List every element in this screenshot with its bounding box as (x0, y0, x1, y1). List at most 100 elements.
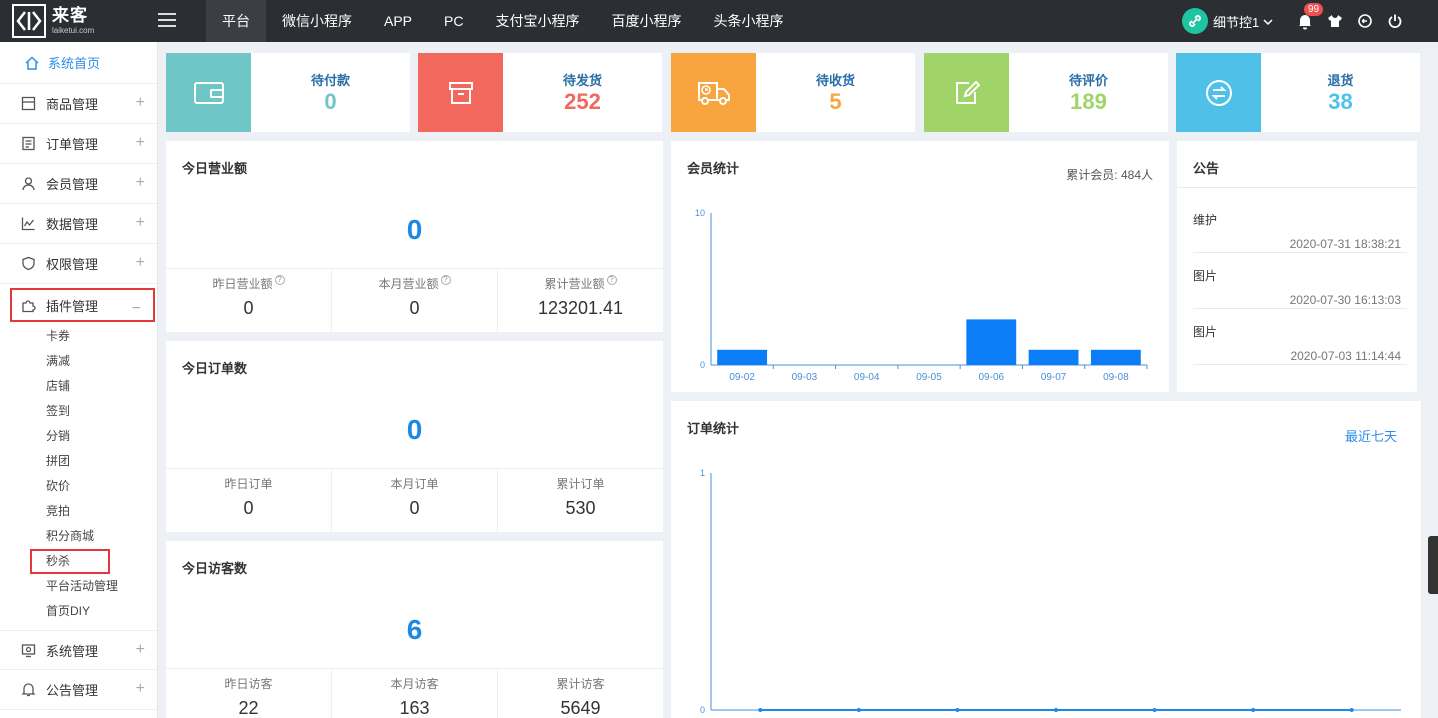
expand-plus-icon[interactable]: + (136, 135, 145, 151)
notice-title: 图片 (1193, 269, 1218, 283)
today-orders-value: 0 (406, 414, 423, 445)
back-icon[interactable] (1354, 8, 1376, 34)
sidebar-sub-discount[interactable]: 满减 (46, 349, 157, 374)
notice-item[interactable]: 图片 2020-07-30 16:13:03 (1193, 253, 1407, 309)
top-nav-toutiao-miniprogram[interactable]: 头条小程序 (697, 0, 799, 42)
help-icon[interactable]: ? (606, 275, 617, 285)
top-nav-app[interactable]: APP (368, 0, 428, 42)
exchange-icon (1176, 53, 1261, 132)
stat-value: 0 (324, 89, 337, 114)
sidebar-sub-homepage-diy[interactable]: 首页DIY (46, 599, 157, 624)
data-point (1054, 708, 1058, 712)
top-bar: 来客 laiketui.com 平台 微信小程序 APP PC 支付宝小程序 百… (0, 0, 1438, 42)
logo-title: 来客 (52, 6, 88, 25)
sidebar-sub-coupon[interactable]: 卡券 (46, 324, 157, 349)
month-revenue-value: 0 (409, 298, 420, 318)
sidebar-sub-auction[interactable]: 竞拍 (46, 499, 157, 524)
yesterday-visitors-label: 昨日访客 (224, 677, 273, 691)
sidebar-item-home[interactable]: 系统首页 (0, 42, 157, 84)
order-line-chart: 10 (700, 468, 1401, 715)
delivery-truck-icon (671, 53, 756, 132)
month-orders-value: 0 (409, 498, 420, 518)
member-stats-panel: 会员统计 累计会员: 484人 10 0 09-02 09-03 09-04 09-05 0… (671, 141, 1169, 392)
y-tick-label: 0 (700, 360, 705, 370)
expand-plus-icon[interactable]: + (136, 681, 145, 697)
top-nav-pc[interactable]: PC (428, 0, 479, 42)
x-tick-label: 09-07 (1041, 372, 1067, 383)
x-tick-label: 09-04 (854, 372, 880, 383)
stat-card-pending-payment[interactable]: 待付款 0 (166, 53, 410, 132)
logo[interactable]: 来客 laiketui.com (12, 4, 102, 38)
sidebar-item-products[interactable]: 商品管理 + (0, 84, 157, 124)
data-point (758, 708, 763, 712)
archive-box-icon (418, 53, 503, 132)
notification-bell-icon[interactable]: 99 (1294, 3, 1324, 34)
help-icon[interactable]: ? (440, 275, 451, 285)
sidebar-sub-checkin[interactable]: 签到 (46, 399, 157, 424)
sidebar-sub-points-mall[interactable]: 积分商城 (46, 524, 157, 549)
expand-plus-icon[interactable]: + (136, 175, 145, 191)
sidebar-sub-flash-sale[interactable]: 秒杀 (30, 549, 110, 574)
sidebar-sub-distribution[interactable]: 分销 (46, 424, 157, 449)
panel-title: 今日订单数 (182, 361, 248, 376)
sidebar-item-permissions[interactable]: 权限管理 + (0, 244, 157, 284)
sidebar-sub-group-buy[interactable]: 拼团 (46, 449, 157, 474)
sidebar-sub-platform-activity[interactable]: 平台活动管理 (46, 574, 157, 599)
sidebar-sub-store[interactable]: 店铺 (46, 374, 157, 399)
stat-card-pending-receipt[interactable]: 待收货 5 (671, 53, 915, 132)
user-menu[interactable]: 细节控1 (1182, 8, 1273, 34)
notice-item[interactable]: 维护 2020-07-31 18:38:21 (1193, 197, 1407, 253)
stat-card-returns[interactable]: 退货 38 (1176, 53, 1420, 132)
yesterday-revenue-label: 昨日营业额 (212, 277, 273, 291)
today-revenue-value: 0 (406, 214, 423, 245)
sidebar-item-plugins[interactable]: 插件管理 − (10, 288, 155, 322)
notice-item[interactable]: 图片 2020-07-03 11:14:44 (1193, 309, 1407, 365)
stat-card-pending-shipment[interactable]: 待发货 252 (418, 53, 662, 132)
sidebar-item-system[interactable]: 系统管理 + (0, 630, 157, 670)
x-tick-label: 09-02 (729, 372, 755, 383)
chevron-down-icon (1263, 14, 1273, 29)
expand-plus-icon[interactable]: + (136, 255, 145, 271)
top-nav-baidu-miniprogram[interactable]: 百度小程序 (595, 0, 697, 42)
stat-label: 退货 (1327, 73, 1354, 88)
sidebar: 系统首页 商品管理 + 订单管理 + 会员管理 + 数据管理 + 权限管理 + … (0, 42, 158, 718)
x-tick-label: 09-03 (792, 372, 818, 383)
yesterday-revenue-value: 0 (243, 298, 254, 318)
order-icon (20, 136, 36, 152)
y-tick-label: 1 (700, 468, 705, 478)
stat-value: 5 (829, 89, 842, 114)
tshirt-icon[interactable] (1324, 8, 1346, 34)
stat-label: 待付款 (310, 73, 350, 88)
total-orders-value: 530 (565, 498, 596, 518)
expand-plus-icon[interactable]: + (136, 95, 145, 111)
side-scroll-handle[interactable] (1428, 536, 1438, 594)
wallet-icon (166, 53, 251, 132)
stat-value: 38 (1328, 89, 1353, 114)
top-nav-alipay-miniprogram[interactable]: 支付宝小程序 (479, 0, 595, 42)
panel-title: 今日访客数 (182, 561, 248, 576)
total-revenue-value: 123201.41 (537, 298, 624, 318)
sidebar-item-announcements[interactable]: 公告管理 + (0, 670, 157, 710)
sidebar-item-orders[interactable]: 订单管理 + (0, 124, 157, 164)
data-point (1349, 708, 1354, 712)
top-nav-platform[interactable]: 平台 (206, 0, 266, 42)
menu-toggle-icon[interactable] (158, 13, 176, 29)
notice-panel: 公告 维护 2020-07-31 18:38:21 图片 2020-07-30 … (1177, 141, 1417, 392)
power-icon[interactable] (1384, 8, 1406, 34)
stat-value: 252 (564, 89, 601, 114)
sidebar-item-data[interactable]: 数据管理 + (0, 204, 157, 244)
help-icon[interactable]: ? (274, 275, 285, 285)
collapse-minus-icon[interactable]: − (132, 301, 141, 317)
notice-title: 图片 (1193, 325, 1218, 339)
line-chart-icon (20, 216, 36, 232)
expand-plus-icon[interactable]: + (136, 642, 145, 658)
notice-time: 2020-07-31 18:38:21 (1289, 237, 1401, 251)
expand-plus-icon[interactable]: + (136, 215, 145, 231)
total-orders-label: 累计订单 (556, 477, 605, 491)
sidebar-sub-bargain[interactable]: 砍价 (46, 474, 157, 499)
top-nav-wechat-miniprogram[interactable]: 微信小程序 (266, 0, 368, 42)
sidebar-item-label: 数据管理 (46, 217, 99, 232)
stat-label: 待收货 (815, 73, 855, 88)
sidebar-item-members[interactable]: 会员管理 + (0, 164, 157, 204)
stat-card-pending-review[interactable]: 待评价 189 (924, 53, 1168, 132)
